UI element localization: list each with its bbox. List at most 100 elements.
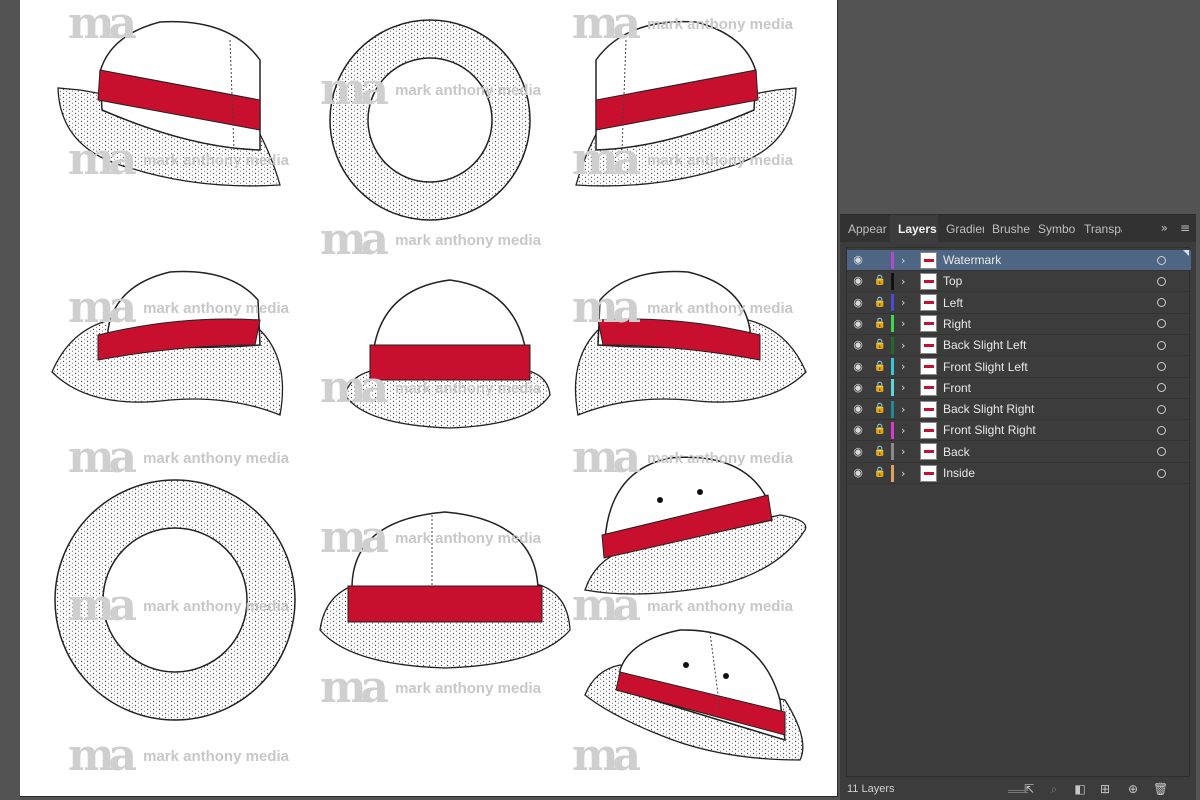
chevron-right-icon[interactable]: › xyxy=(901,381,905,394)
chevron-right-icon[interactable]: › xyxy=(901,467,905,480)
chevron-right-icon[interactable]: › xyxy=(901,445,905,458)
layer-row[interactable]: ◉ 🔒 › Back xyxy=(847,442,1191,463)
tab-layers[interactable]: Layers xyxy=(890,215,938,242)
layer-name[interactable]: Right xyxy=(943,317,971,331)
layer-name[interactable]: Back Slight Left xyxy=(943,338,1026,352)
new-layer-icon[interactable]: ⊕ xyxy=(1126,782,1140,796)
hat-front-slight-right-view[interactable] xyxy=(584,629,804,761)
double-chevron-right-icon[interactable]: » xyxy=(1155,215,1174,242)
tab-brushes[interactable]: Brushe: xyxy=(984,215,1030,242)
chevron-right-icon[interactable]: › xyxy=(901,339,905,352)
layer-row[interactable]: ◉ 🔒 › Front Slight Left xyxy=(847,357,1191,378)
eye-icon[interactable]: ◉ xyxy=(851,317,865,331)
layer-name[interactable]: Back xyxy=(943,445,970,459)
layer-thumbnail xyxy=(920,400,937,418)
layer-row[interactable]: ◉ 🔒 › Front Slight Right xyxy=(847,420,1191,442)
target-circle-icon[interactable] xyxy=(1157,319,1166,329)
selection-indicator xyxy=(1183,250,1189,256)
export-icon[interactable]: ⇱ xyxy=(1022,782,1036,796)
layer-row[interactable]: ◉ 🔒 › Top xyxy=(847,271,1191,293)
tab-appearance[interactable]: Appear xyxy=(840,215,890,242)
resize-grip[interactable] xyxy=(1008,790,1028,793)
lock-icon[interactable]: 🔒 xyxy=(873,296,887,310)
layer-row[interactable]: ◉ 🔒 › Front xyxy=(847,378,1191,399)
chevron-right-icon[interactable]: › xyxy=(901,317,905,330)
lock-icon[interactable]: 🔒 xyxy=(873,360,887,374)
layer-thumbnail xyxy=(920,464,937,482)
new-sublayer-icon[interactable]: ⊞ xyxy=(1098,782,1112,796)
layer-color-swatch xyxy=(891,421,894,439)
lock-icon[interactable]: 🔒 xyxy=(873,317,887,331)
layer-name[interactable]: Front xyxy=(943,381,971,395)
lock-icon[interactable]: 🔒 xyxy=(873,402,887,416)
target-circle-icon[interactable] xyxy=(1157,298,1166,308)
lock-icon[interactable]: 🔒 xyxy=(873,423,887,437)
layer-color-swatch xyxy=(891,251,894,269)
lock-icon[interactable]: 🔒 xyxy=(873,338,887,352)
layer-row[interactable]: ◉ 🔒 › Inside xyxy=(847,463,1191,484)
target-circle-icon[interactable] xyxy=(1157,340,1166,350)
lock-icon[interactable]: 🔒 xyxy=(873,381,887,395)
hat-top-view[interactable] xyxy=(329,19,531,221)
eye-icon[interactable]: ◉ xyxy=(851,274,865,288)
layer-name[interactable]: Front Slight Right xyxy=(943,423,1036,437)
target-circle-icon[interactable] xyxy=(1157,362,1166,371)
layer-name[interactable]: Back Slight Right xyxy=(943,402,1034,416)
lock-icon[interactable]: 🔒 xyxy=(873,445,887,459)
hamburger-menu-icon[interactable]: ≡ xyxy=(1174,215,1196,242)
eye-icon[interactable]: ◉ xyxy=(851,445,865,459)
layer-row[interactable]: ◉ 🔒 › Back Slight Right xyxy=(847,399,1191,421)
target-circle-icon[interactable] xyxy=(1157,276,1166,286)
target-circle-icon[interactable] xyxy=(1157,383,1166,393)
tab-gradient[interactable]: Gradier xyxy=(938,215,984,242)
lock-icon[interactable]: 🔒 xyxy=(873,274,887,288)
eye-icon[interactable]: ◉ xyxy=(851,466,865,480)
eye-icon[interactable]: ◉ xyxy=(851,360,865,374)
chevron-right-icon[interactable]: › xyxy=(901,254,905,267)
eye-icon[interactable]: ◉ xyxy=(851,423,865,437)
layer-count: 11 Layers xyxy=(847,783,895,795)
layer-thumbnail xyxy=(920,272,937,290)
eye-icon[interactable]: ◉ xyxy=(851,381,865,395)
tab-transparency[interactable]: Transpa xyxy=(1076,215,1122,242)
layer-name[interactable]: Left xyxy=(943,296,963,310)
target-circle-icon[interactable] xyxy=(1157,468,1166,478)
clipping-mask-icon[interactable]: ◧ xyxy=(1073,782,1087,796)
eye-icon[interactable]: ◉ xyxy=(851,402,865,416)
hat-left-view[interactable] xyxy=(57,20,281,187)
hat-back-view[interactable] xyxy=(319,511,571,669)
chevron-right-icon[interactable]: › xyxy=(901,275,905,288)
hat-right-view[interactable] xyxy=(575,20,797,187)
layer-name[interactable]: Watermark xyxy=(943,253,1001,267)
layer-color-swatch xyxy=(891,272,894,290)
chevron-right-icon[interactable]: › xyxy=(901,403,905,416)
chevron-right-icon[interactable]: › xyxy=(901,424,905,437)
panel-tab-bar: Appear Layers Gradier Brushe: Symbol Tra… xyxy=(840,215,1196,242)
layer-row[interactable]: ◉ 🔒 › Right xyxy=(847,314,1191,335)
tab-symbols[interactable]: Symbol xyxy=(1030,215,1076,242)
eye-icon[interactable]: ◉ xyxy=(851,338,865,352)
layer-row[interactable]: ◉ 🔒 › Left xyxy=(847,293,1191,314)
layer-name[interactable]: Front Slight Left xyxy=(943,360,1028,374)
trash-icon[interactable]: 🗑 xyxy=(1153,782,1168,796)
hat-inside-view[interactable] xyxy=(54,479,296,721)
search-icon[interactable]: ⌕ xyxy=(1047,782,1061,796)
eye-icon[interactable]: ◉ xyxy=(851,253,865,267)
layer-row[interactable]: ◉ 🔒 › Back Slight Left xyxy=(847,335,1191,357)
lock-icon[interactable]: 🔒 xyxy=(873,466,887,480)
eye-icon[interactable]: ◉ xyxy=(851,296,865,310)
chevron-right-icon[interactable]: › xyxy=(901,360,905,373)
target-circle-icon[interactable] xyxy=(1157,404,1166,414)
target-circle-icon[interactable] xyxy=(1157,425,1166,435)
chevron-right-icon[interactable]: › xyxy=(901,296,905,309)
hat-front-view[interactable] xyxy=(344,279,551,429)
target-circle-icon[interactable] xyxy=(1157,447,1166,457)
target-circle-icon[interactable] xyxy=(1157,255,1166,265)
layer-name[interactable]: Top xyxy=(943,274,962,288)
layer-name[interactable]: Inside xyxy=(943,466,975,480)
layer-row[interactable]: ◉ › Watermark xyxy=(847,250,1191,271)
hat-front-slight-left-view[interactable] xyxy=(584,456,807,595)
artboard[interactable]: ma ma mark anthony media ma mark anthony m… xyxy=(20,0,838,797)
hat-back-slight-left-view[interactable] xyxy=(51,270,284,416)
hat-back-slight-right-view[interactable] xyxy=(574,270,807,416)
